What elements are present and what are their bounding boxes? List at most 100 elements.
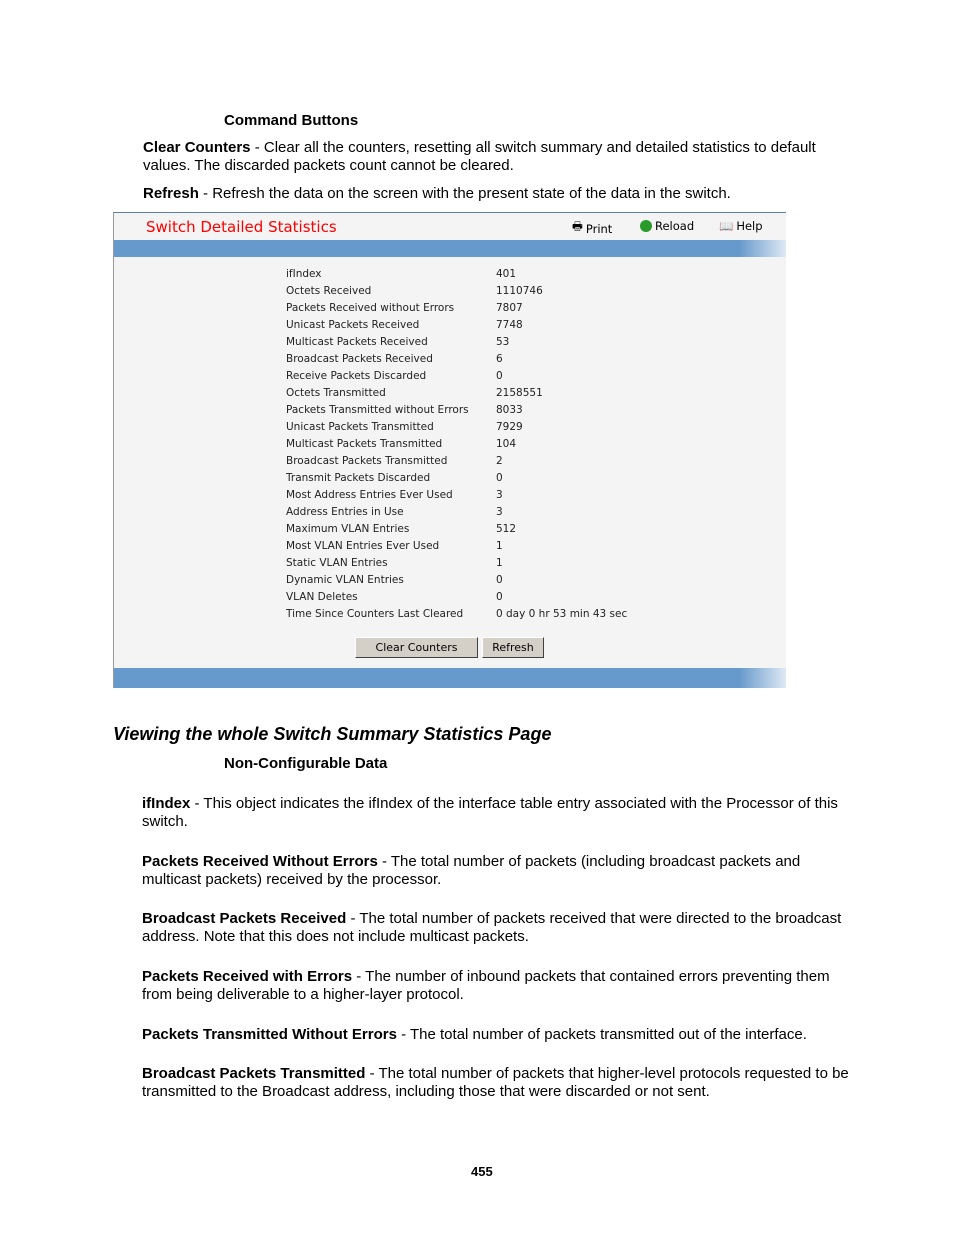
stat-row: Octets Transmitted 2158551 bbox=[286, 385, 543, 402]
stat-row: Packets Transmitted without Errors 8033 bbox=[286, 402, 523, 419]
page-number: 455 bbox=[471, 1164, 493, 1179]
definition-item: Broadcast Packets Transmitted - The tota… bbox=[142, 1065, 862, 1101]
clear-counters-button[interactable]: Clear Counters bbox=[355, 637, 478, 658]
section-heading: Viewing the whole Switch Summary Statist… bbox=[113, 724, 552, 744]
print-label: Print bbox=[585, 221, 613, 236]
stat-row: Dynamic VLAN Entries 0 bbox=[286, 572, 503, 589]
stat-value: 7929 bbox=[496, 421, 523, 433]
help-label: Help bbox=[736, 219, 763, 233]
stat-value: 1 bbox=[496, 557, 503, 569]
stat-row: Receive Packets Discarded 0 bbox=[286, 368, 503, 385]
stat-value: 512 bbox=[496, 523, 517, 535]
desc: - The total number of packets transmitte… bbox=[396, 1026, 807, 1043]
stat-label: Multicast Packets Received bbox=[286, 336, 428, 348]
stat-row: VLAN Deletes 0 bbox=[286, 589, 503, 606]
stat-value: 1110746 bbox=[496, 285, 543, 297]
stat-row: Multicast Packets Received 53 bbox=[286, 334, 509, 351]
stat-label: Broadcast Packets Received bbox=[286, 353, 433, 365]
screen-title: Switch Detailed Statistics bbox=[146, 218, 337, 236]
stat-value: 104 bbox=[496, 438, 517, 450]
desc: - This object indicates the ifIndex of t… bbox=[142, 795, 838, 830]
stat-row: Static VLAN Entries 1 bbox=[286, 555, 503, 572]
stat-label: Time Since Counters Last Cleared bbox=[286, 608, 464, 620]
definition-item: ifIndex - This object indicates the ifIn… bbox=[142, 795, 862, 831]
printer-icon: 🖶 bbox=[572, 219, 583, 233]
term: ifIndex bbox=[142, 795, 191, 812]
term: Packets Received Without Errors bbox=[142, 853, 378, 870]
stat-value: 0 bbox=[496, 472, 503, 484]
stat-label: Packets Received without Errors bbox=[286, 302, 455, 314]
footer-bar bbox=[114, 668, 786, 688]
stat-value: 53 bbox=[496, 336, 510, 348]
stat-value: 7748 bbox=[496, 319, 523, 331]
reload-icon bbox=[640, 220, 652, 232]
stat-row: Most VLAN Entries Ever Used 1 bbox=[286, 538, 503, 555]
stat-label: Transmit Packets Discarded bbox=[286, 472, 431, 484]
stat-row: Broadcast Packets Transmitted 2 bbox=[286, 453, 503, 470]
stat-row: Most Address Entries Ever Used 3 bbox=[286, 487, 503, 504]
stat-label: Receive Packets Discarded bbox=[286, 370, 427, 382]
stat-label: VLAN Deletes bbox=[286, 591, 358, 603]
stat-value: 8033 bbox=[496, 404, 523, 416]
stat-value: 6 bbox=[496, 353, 503, 365]
stat-label: Unicast Packets Received bbox=[286, 319, 420, 331]
term: Broadcast Packets Transmitted bbox=[142, 1065, 366, 1082]
definition-item: Packets Received with Errors - The numbe… bbox=[142, 968, 862, 1004]
stat-label: Packets Transmitted without Errors bbox=[286, 404, 469, 416]
definition-item: Packets Received Without Errors - The to… bbox=[142, 853, 862, 889]
stat-label: Octets Transmitted bbox=[286, 387, 386, 399]
switch-statistics-screenshot: Switch Detailed Statistics 🖶 Print Reload… bbox=[113, 212, 786, 688]
non-configurable-heading: Non-Configurable Data bbox=[224, 755, 388, 772]
stat-value: 0 day 0 hr 53 min 43 sec bbox=[496, 608, 628, 620]
definition-item: Packets Transmitted Without Errors - The… bbox=[142, 1026, 862, 1044]
reload-button[interactable]: Reload bbox=[640, 219, 694, 233]
cmd-clear-desc: Clear Counters - Clear all the counters,… bbox=[143, 139, 853, 175]
stat-row: Maximum VLAN Entries 512 bbox=[286, 521, 516, 538]
term: Packets Transmitted Without Errors bbox=[142, 1026, 397, 1043]
stat-value: 2 bbox=[496, 455, 503, 467]
stat-row: Transmit Packets Discarded 0 bbox=[286, 470, 503, 487]
stat-label: Maximum VLAN Entries bbox=[286, 523, 410, 535]
command-buttons-heading: Command Buttons bbox=[224, 112, 359, 129]
term: Broadcast Packets Received bbox=[142, 910, 347, 927]
cmd-refresh-desc: Refresh - Refresh the data on the screen… bbox=[143, 185, 863, 203]
stat-row: Broadcast Packets Received 6 bbox=[286, 351, 503, 368]
stat-label: Most VLAN Entries Ever Used bbox=[286, 540, 440, 552]
document-page: Command Buttons Clear Counters - Clear a… bbox=[0, 0, 954, 1235]
stat-value: 0 bbox=[496, 591, 503, 603]
stat-label: Multicast Packets Transmitted bbox=[286, 438, 443, 450]
stat-row: Multicast Packets Transmitted 104 bbox=[286, 436, 516, 453]
stat-value: 1 bbox=[496, 540, 503, 552]
stat-label: Dynamic VLAN Entries bbox=[286, 574, 404, 586]
reload-label: Reload bbox=[655, 219, 695, 233]
stat-row: ifIndex 401 bbox=[286, 266, 516, 283]
refresh-button[interactable]: Refresh bbox=[482, 637, 544, 658]
stat-value: 2158551 bbox=[496, 387, 543, 399]
term: Refresh bbox=[143, 185, 199, 202]
header-bar bbox=[114, 240, 786, 257]
stat-value: 3 bbox=[496, 489, 503, 501]
stat-label: Static VLAN Entries bbox=[286, 557, 388, 569]
stat-row: Unicast Packets Transmitted 7929 bbox=[286, 419, 523, 436]
definition-item: Broadcast Packets Received - The total n… bbox=[142, 910, 862, 946]
stat-row: Packets Received without Errors 7807 bbox=[286, 300, 523, 317]
stat-value: 401 bbox=[496, 268, 517, 280]
stat-row: Time Since Counters Last Cleared 0 day 0 … bbox=[286, 606, 627, 623]
book-icon: 📖 bbox=[719, 219, 734, 233]
term: Packets Received with Errors bbox=[142, 968, 353, 985]
stat-label: Unicast Packets Transmitted bbox=[286, 421, 434, 433]
term: Clear Counters bbox=[143, 139, 251, 156]
stat-label: Octets Received bbox=[286, 285, 372, 297]
stat-value: 7807 bbox=[496, 302, 523, 314]
stat-value: 0 bbox=[496, 574, 503, 586]
stat-label: Most Address Entries Ever Used bbox=[286, 489, 453, 501]
help-button[interactable]: 📖 Help bbox=[719, 219, 763, 233]
print-button[interactable]: 🖶 Print bbox=[572, 219, 612, 238]
stat-value: 3 bbox=[496, 506, 503, 518]
stat-label: Address Entries in Use bbox=[286, 506, 404, 518]
stat-value: 0 bbox=[496, 370, 503, 382]
stat-row: Address Entries in Use 3 bbox=[286, 504, 503, 521]
stat-label: Broadcast Packets Transmitted bbox=[286, 455, 448, 467]
stat-row: Octets Received 1110746 bbox=[286, 283, 543, 300]
desc: - Refresh the data on the screen with th… bbox=[198, 185, 731, 202]
